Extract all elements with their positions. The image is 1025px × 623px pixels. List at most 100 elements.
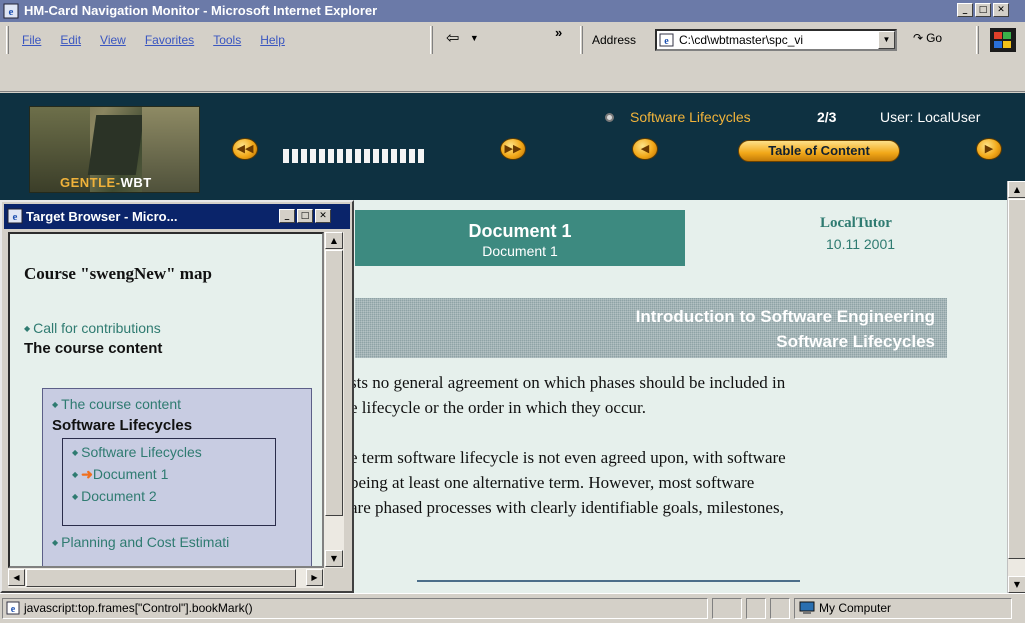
back-button[interactable]: ⇦ ▼ (446, 28, 479, 48)
address-value[interactable]: C:\cd\wbtmaster\spc_vi (679, 33, 859, 47)
ie-icon: e (7, 208, 23, 227)
popup-scroll-right-icon[interactable]: ▶ (306, 569, 323, 586)
call-for-contributions-link[interactable]: Call for contributions (24, 320, 161, 336)
first-page-button[interactable]: ◀◀ (232, 138, 258, 160)
document-scrollbar[interactable]: ▲ ▼ (1007, 181, 1025, 593)
course-content-link[interactable]: The course content (52, 396, 181, 412)
scroll-down-icon[interactable]: ▼ (1008, 576, 1025, 593)
scroll-thumb[interactable] (1008, 199, 1025, 559)
popup-hscroll-thumb[interactable] (26, 569, 296, 587)
zone-cell: My Computer (794, 598, 1012, 619)
popup-scroll-down-icon[interactable]: ▼ (325, 550, 343, 567)
progress-segment (328, 149, 334, 163)
menu-help[interactable]: Help (260, 33, 285, 47)
document-1-link[interactable]: ➜Document 1 (72, 466, 168, 483)
svg-text:e: e (11, 604, 16, 615)
document-1-label: Document 1 (92, 466, 169, 482)
menu-file[interactable]: File (22, 33, 41, 47)
menu-favorites[interactable]: Favorites (145, 33, 194, 47)
section-heading: Introduction to Software Engineering Sof… (355, 298, 947, 358)
address-field[interactable]: e C:\cd\wbtmaster\spc_vi ▼ (655, 29, 897, 51)
close-button[interactable]: ✕ (993, 3, 1009, 17)
popup-maximize-button[interactable]: □ (297, 209, 313, 223)
address-dropdown-icon[interactable]: ▼ (878, 31, 895, 49)
document-date: 10.11 2001 (826, 236, 896, 252)
scroll-up-icon[interactable]: ▲ (1008, 181, 1025, 198)
ie-icon: e (3, 3, 19, 22)
windows-logo-icon (990, 28, 1016, 52)
progress-segment (301, 149, 307, 163)
svg-text:e: e (9, 6, 14, 18)
divider (417, 580, 800, 582)
document-2-link[interactable]: Document 2 (72, 488, 156, 504)
computer-icon (799, 601, 815, 618)
last-page-button[interactable]: ▶▶ (500, 138, 526, 160)
section-heading-line1: Introduction to Software Engineering (635, 307, 935, 326)
popup-size-grip[interactable] (324, 568, 344, 588)
menu-tools[interactable]: Tools (213, 33, 241, 47)
status-cell-1 (712, 598, 742, 619)
menu-view[interactable]: View (100, 33, 126, 47)
status-cell-2 (746, 598, 766, 619)
user-label: User: LocalUser (880, 109, 981, 125)
popup-minimize-button[interactable]: _ (279, 209, 295, 223)
menu-bar: File Edit View Favorites Tools Help (22, 33, 285, 47)
go-button[interactable]: ↷ Go (913, 31, 942, 45)
status-text: javascript:top.frames["Control"].bookMar… (24, 601, 253, 615)
course-map-pane: Course "swengNew" map Call for contribut… (8, 232, 324, 568)
current-topic[interactable]: Software Lifecycles (630, 109, 751, 125)
progress-segment (391, 149, 397, 163)
progress-segment (400, 149, 406, 163)
progress-bar (283, 149, 424, 163)
target-browser-window: e Target Browser - Micro... _ □ ✕ Course… (0, 200, 354, 593)
progress-segment (355, 149, 361, 163)
window-titlebar[interactable]: e HM-Card Navigation Monitor - Microsoft… (0, 0, 1025, 22)
document-banner: Document 1 Document 1 (355, 210, 685, 266)
progress-segment (292, 149, 298, 163)
table-of-content-button[interactable]: Table of Content (738, 140, 900, 162)
paragraph-2-line-2: being at least one alternative term. How… (350, 473, 755, 492)
progress-segment (283, 149, 289, 163)
maximize-button[interactable]: □ (975, 3, 991, 17)
status-cell-3 (770, 598, 790, 619)
popup-scroll-thumb[interactable] (325, 250, 343, 516)
current-arrow-icon: ➜ (81, 466, 93, 482)
course-content-heading: The course content (24, 340, 163, 357)
popup-close-button[interactable]: ✕ (315, 209, 331, 223)
page-icon: e (659, 33, 675, 47)
back-arrow-icon: ⇦ (446, 30, 460, 47)
back-dropdown-icon[interactable]: ▼ (470, 33, 479, 43)
page-counter: 2/3 (817, 109, 837, 125)
svg-text:e: e (13, 211, 18, 223)
target-browser-titlebar[interactable]: e Target Browser - Micro... _ □ ✕ (4, 204, 350, 229)
previous-page-button[interactable]: ◀ (632, 138, 658, 160)
next-page-button[interactable]: ▶ (976, 138, 1002, 160)
progress-segment (310, 149, 316, 163)
lifecycles-link[interactable]: Software Lifecycles (72, 444, 202, 460)
toolbar-grip[interactable] (430, 26, 433, 54)
menu-edit[interactable]: Edit (60, 33, 81, 47)
popup-scroll-up-icon[interactable]: ▲ (325, 232, 343, 249)
status-text-cell: e javascript:top.frames["Control"].bookM… (2, 598, 708, 619)
toolbar-chevron[interactable]: » (555, 25, 562, 40)
progress-segment (373, 149, 379, 163)
logo-text-gentle: GENTLE (60, 175, 116, 190)
popup-horizontal-scrollbar[interactable]: ◀ ▶ (8, 568, 324, 588)
menubar-grip[interactable] (6, 26, 9, 54)
progress-segment (382, 149, 388, 163)
planning-link[interactable]: Planning and Cost Estimati (52, 534, 229, 550)
popup-scroll-left-icon[interactable]: ◀ (8, 569, 25, 586)
popup-vertical-scrollbar[interactable]: ▲ ▼ (324, 232, 344, 568)
logo-text-wbt: WBT (120, 175, 152, 190)
document-title: Document 1 (468, 221, 572, 241)
menu-toolbar: File Edit View Favorites Tools Help ⇦ ▼ … (0, 22, 1025, 92)
paragraph-1-line-2: e lifecycle or the order in which they o… (350, 398, 646, 417)
lifecycles-heading: Software Lifecycles (52, 417, 193, 434)
address-label: Address (592, 33, 637, 47)
svg-text:e: e (664, 36, 669, 47)
section-heading-line2: Software Lifecycles (776, 332, 935, 351)
address-grip[interactable] (580, 26, 583, 54)
zone-label: My Computer (819, 601, 892, 615)
minimize-button[interactable]: _ (957, 3, 973, 17)
progress-segment (364, 149, 370, 163)
